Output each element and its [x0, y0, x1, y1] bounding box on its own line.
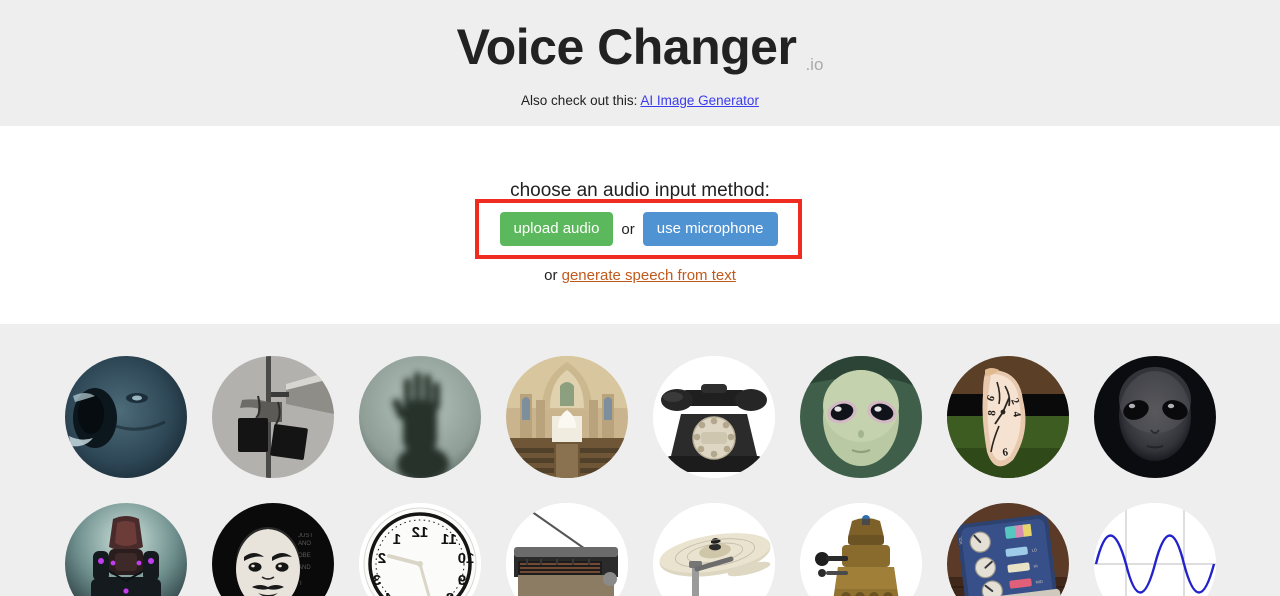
effects-grid: 6 8 2 4 6 JUST ANO OBE AND I 12 1 2 3 9 … [0, 324, 1280, 596]
effect-thumbnail-grey-alien[interactable] [1093, 356, 1216, 478]
effect-thumbnail-effects-pedal[interactable]: LOHIMID VOL MUTRON III [946, 503, 1069, 596]
audio-input-section: choose an audio input method: upload aud… [0, 126, 1280, 324]
telephone-thumbnail [652, 356, 775, 478]
svg-text:10: 10 [457, 550, 474, 567]
svg-text:AND: AND [298, 565, 311, 571]
effects-grid-row: JUST ANO OBE AND I 12 1 2 3 9 10 11 LO H… [0, 503, 1280, 596]
ai-image-generator-link[interactable]: AI Image Generator [640, 93, 759, 108]
also-check-out-row: Also check out this: AI Image Generator [0, 93, 1280, 108]
or-separator-label: or [621, 220, 635, 238]
monster-thumbnail [64, 356, 187, 478]
alien-green-thumbnail [799, 356, 922, 478]
effect-thumbnail-sine-wave[interactable] [1093, 503, 1216, 596]
svg-text:OBE: OBE [298, 553, 311, 559]
use-microphone-button[interactable]: use microphone [642, 212, 778, 246]
svg-text:2: 2 [377, 550, 385, 567]
input-method-highlight-box: upload audio or use microphone [475, 199, 802, 259]
upload-audio-button[interactable]: upload audio [499, 212, 614, 246]
svg-text:11: 11 [441, 531, 457, 548]
svg-text:JUST: JUST [298, 533, 313, 539]
svg-text:3: 3 [372, 572, 380, 589]
svg-text:VOL: VOL [957, 535, 963, 544]
melting-clock-thumbnail: 6 8 2 4 6 [946, 356, 1069, 478]
radio-thumbnail [505, 503, 628, 596]
robot-thumbnail [64, 503, 187, 596]
reverse-clock-thumbnail: 12 1 2 3 4 5 7 8 9 10 11 ARNE JACO [358, 503, 481, 596]
svg-text:HI: HI [1033, 563, 1038, 568]
page-title: Voice Changer [456, 19, 797, 75]
effect-thumbnail-radio[interactable] [505, 503, 628, 596]
svg-text:ANO: ANO [298, 541, 311, 547]
site-header: Voice Changer .io Also check out this: AI… [0, 0, 1280, 126]
brand-tld: .io [805, 55, 824, 74]
generate-speech-row: or generate speech from text [0, 267, 1280, 284]
choose-input-method-label: choose an audio input method: [510, 180, 770, 201]
effects-grid-row: 6 8 2 4 6 [0, 356, 1280, 478]
effect-thumbnail-reverse[interactable]: 12 1 2 3 4 5 7 8 9 10 11 ARNE JACO [358, 503, 481, 596]
megaphone-thumbnail [211, 356, 334, 478]
effect-thumbnail-cathedral[interactable] [505, 356, 628, 478]
alt-or-label: or [544, 267, 558, 284]
dalek-thumbnail [799, 503, 922, 596]
svg-text:1: 1 [392, 531, 400, 548]
effect-thumbnail-alien[interactable] [799, 356, 922, 478]
effect-thumbnail-melting-clock[interactable]: 6 8 2 4 6 [946, 356, 1069, 478]
grey-alien-thumbnail [1093, 356, 1216, 478]
ghost-hand-thumbnail [358, 356, 481, 478]
anonymous-mask-thumbnail: JUSTANOOBE ANDI [211, 503, 334, 596]
svg-text:MID: MID [1035, 579, 1043, 585]
effect-thumbnail-monster[interactable] [64, 356, 187, 478]
brand: Voice Changer .io [0, 0, 1280, 75]
cathedral-thumbnail [505, 356, 628, 478]
svg-text:8: 8 [445, 590, 453, 596]
svg-text:LO: LO [1031, 547, 1037, 553]
also-check-out-label: Also check out this: [521, 93, 638, 108]
effect-thumbnail-megaphone[interactable] [211, 356, 334, 478]
effect-thumbnail-ghost[interactable] [358, 356, 481, 478]
effect-thumbnail-anonymous[interactable]: JUST ANO OBE AND I [211, 503, 334, 596]
svg-text:9: 9 [457, 572, 465, 589]
effect-thumbnail-dalek[interactable] [799, 503, 922, 596]
svg-text:12: 12 [411, 524, 428, 541]
svg-text:4: 4 [384, 590, 393, 596]
effects-pedal-thumbnail: LOHIMID VOL MUTRON III [946, 503, 1069, 596]
effect-thumbnail-cymbal[interactable] [652, 503, 775, 596]
effect-thumbnail-telephone[interactable] [652, 356, 775, 478]
generate-speech-from-text-link[interactable]: generate speech from text [562, 267, 736, 284]
sine-wave-thumbnail [1093, 503, 1216, 596]
cymbal-thumbnail [652, 503, 775, 596]
effect-thumbnail-robot[interactable] [64, 503, 187, 596]
